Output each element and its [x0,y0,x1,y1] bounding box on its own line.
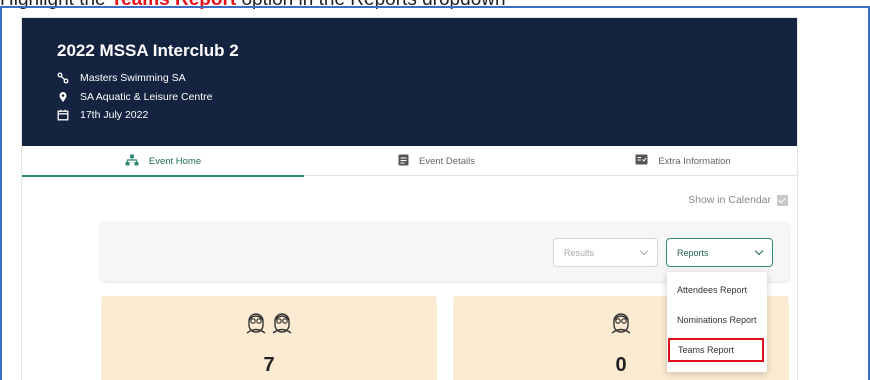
results-select-label: Results [564,247,595,258]
chevron-down-icon [639,246,649,256]
event-page: 2022 MSSA Interclub 2 Masters Swimming S… [22,18,797,380]
menu-item-attendees-report[interactable]: Attendees Report [667,278,767,302]
menu-item-teams-report[interactable]: Teams Report [668,338,764,362]
event-title: 2022 MSSA Interclub 2 [57,41,239,60]
date-text: 17th July 2022 [80,109,149,121]
reports-dropdown-menu: Attendees Report Nominations Report Team… [667,272,767,372]
show-in-calendar: Show in Calendar [688,194,788,206]
attendees-count: 7 [263,354,275,376]
sitemap-icon [125,154,139,169]
event-header: 2022 MSSA Interclub 2 Masters Swimming S… [22,18,797,146]
tab-event-home-label: Event Home [148,155,202,167]
map-pin-icon [57,91,71,103]
organiser-text: Masters Swimming SA [80,72,186,84]
swimmers-pair-icon [101,310,437,334]
tab-event-details-label: Event Details [419,155,475,167]
link-icon [57,72,71,84]
event-organiser: Masters Swimming SA [57,72,186,84]
event-venue: SA Aquatic & Leisure Centre [57,91,213,103]
results-select[interactable]: Results [553,238,658,267]
tab-extra-information[interactable]: Extra Information [569,146,797,176]
event-date: 17th July 2022 [57,109,148,121]
menu-item-nominations-report[interactable]: Nominations Report [667,308,767,332]
reports-select-label: Reports [677,247,709,258]
show-in-calendar-label: Show in Calendar [688,194,771,206]
tab-event-details[interactable]: Event Details [304,146,569,176]
stat-card-attendees: 7 [101,296,437,380]
tab-event-home[interactable]: Event Home [22,146,304,177]
reports-select[interactable]: Reports [666,238,773,267]
chevron-down-icon [754,246,764,256]
clipboard-icon [398,153,409,169]
tab-extra-information-label: Extra Information [658,155,731,167]
event-tabs: Event Home Event Details Extra Informati… [22,146,797,177]
venue-text: SA Aquatic & Leisure Centre [80,91,213,103]
info-card-icon [635,154,648,168]
show-in-calendar-checkbox[interactable] [777,194,788,206]
calendar-icon [57,109,71,121]
